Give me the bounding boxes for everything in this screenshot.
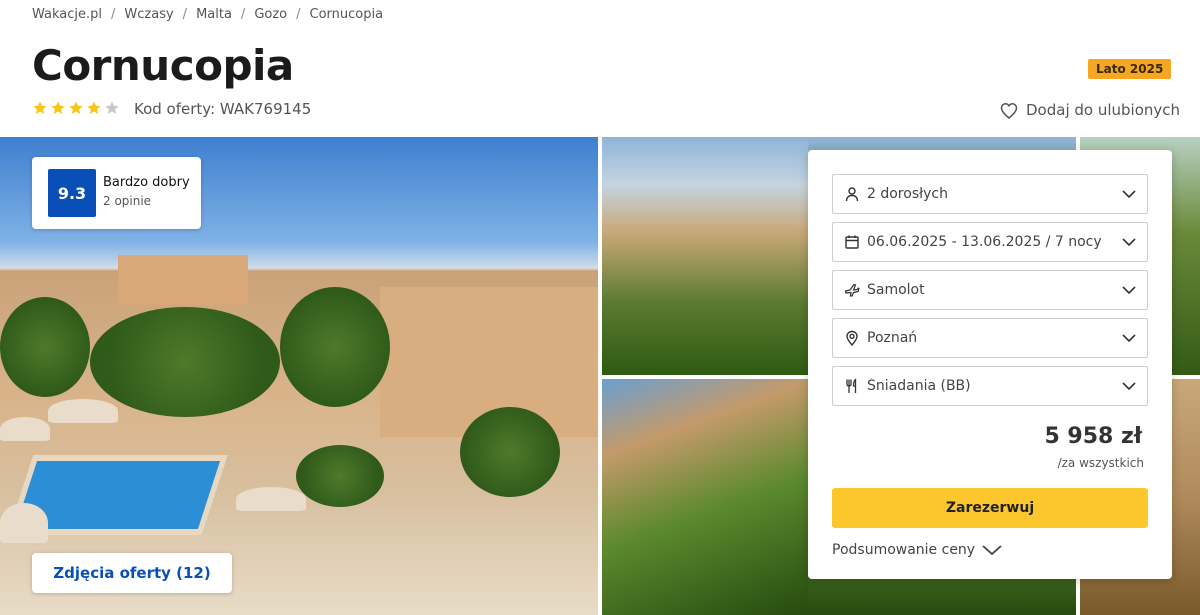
board-value: Śniadania (BB): [867, 378, 971, 394]
photo-palm: [280, 287, 390, 407]
travelers-select[interactable]: 2 dorosłych: [832, 174, 1148, 214]
calendar-icon: [843, 233, 861, 251]
add-to-favorites-label: Dodaj do ulubionych: [1026, 101, 1181, 119]
price-summary-label: Podsumowanie ceny: [832, 542, 976, 558]
cutlery-icon: [843, 377, 861, 395]
photo-umbrella: [236, 487, 306, 511]
breadcrumb-item-wczasy[interactable]: Wczasy: [124, 7, 173, 22]
breadcrumb-item-wakacje[interactable]: Wakacje.pl: [32, 7, 102, 22]
breadcrumb-item-cornucopia[interactable]: Cornucopia: [310, 7, 384, 22]
breadcrumb-separator: /: [111, 7, 116, 22]
departure-value: Poznań: [867, 330, 918, 346]
travelers-value: 2 dorosłych: [867, 186, 948, 202]
hotel-title: Cornucopia: [32, 41, 294, 90]
transport-select[interactable]: Samolot: [832, 270, 1148, 310]
offer-code: Kod oferty: WAK769145: [134, 100, 312, 118]
breadcrumb-separator: /: [182, 7, 188, 22]
total-price: 5 958 zł: [1044, 424, 1142, 449]
star-filled-icon: [87, 101, 101, 114]
rating-count: 2 opinie: [103, 194, 152, 208]
price-note: /za wszystkich: [1057, 456, 1144, 470]
chevron-down-icon: [1122, 334, 1136, 343]
airplane-icon: [843, 281, 861, 299]
breadcrumb: Wakacje.pl / Wczasy / Malta / Gozo / Cor…: [32, 7, 383, 22]
transport-value: Samolot: [867, 282, 925, 298]
star-filled-icon: [51, 101, 65, 114]
board-select[interactable]: Śniadania (BB): [832, 366, 1148, 406]
heart-icon: [1000, 102, 1018, 119]
season-badge: Lato 2025: [1088, 59, 1172, 79]
photo-umbrella: [0, 417, 50, 441]
hotel-photo-2[interactable]: [602, 137, 808, 375]
photo-building: [118, 255, 248, 305]
chevron-down-icon: [1122, 190, 1136, 199]
add-to-favorites-button[interactable]: Dodaj do ulubionych: [1000, 101, 1180, 119]
book-button[interactable]: Zarezerwuj: [832, 488, 1148, 528]
chevron-down-icon: [1122, 382, 1136, 391]
rating-score: 9.3: [48, 169, 96, 217]
person-icon: [843, 185, 861, 203]
breadcrumb-item-malta[interactable]: Malta: [196, 7, 232, 22]
photo-umbrella: [48, 399, 118, 423]
photo-palm: [460, 407, 560, 497]
star-rating: [32, 100, 120, 116]
star-empty-icon: [105, 101, 119, 114]
dates-value: 06.06.2025 - 13.06.2025 / 7 nocy: [867, 234, 1102, 250]
chevron-down-icon: [1122, 238, 1136, 247]
rating-card[interactable]: 9.3 Bardzo dobry 2 opinie: [32, 157, 201, 229]
breadcrumb-separator: /: [296, 7, 301, 22]
booking-panel: 2 dorosłych 06.06.2025 - 13.06.2025 / 7 …: [808, 150, 1172, 579]
rating-label: Bardzo dobry: [103, 175, 190, 190]
departure-select[interactable]: Poznań: [832, 318, 1148, 358]
star-filled-icon: [33, 101, 47, 114]
photo-bush: [296, 445, 384, 507]
photo-greenery: [0, 297, 90, 397]
dates-select[interactable]: 06.06.2025 - 13.06.2025 / 7 nocy: [832, 222, 1148, 262]
hotel-photo-3[interactable]: [602, 379, 808, 615]
star-filled-icon: [69, 101, 83, 114]
chevron-down-icon: [982, 545, 1002, 556]
offer-photos-button[interactable]: Zdjęcia oferty (12): [32, 553, 232, 593]
breadcrumb-separator: /: [240, 7, 246, 22]
chevron-down-icon: [1122, 286, 1136, 295]
location-pin-icon: [843, 329, 861, 347]
photo-umbrella: [0, 503, 48, 543]
breadcrumb-item-gozo[interactable]: Gozo: [254, 7, 287, 22]
price-summary-toggle[interactable]: Podsumowanie ceny: [832, 542, 1003, 558]
photo-greenery: [90, 307, 280, 417]
